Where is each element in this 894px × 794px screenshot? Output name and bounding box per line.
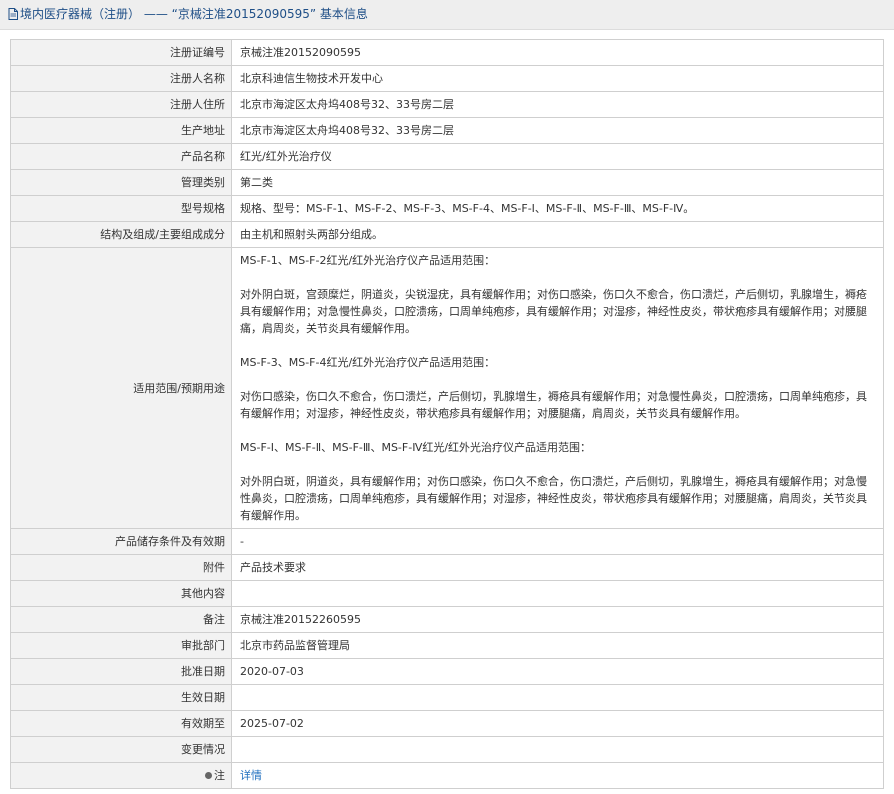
scope-paragraph: 对外阴白斑，阴道炎，具有缓解作用；对伤口感染，伤口久不愈合，伤口溃烂，产后侧切，… (240, 475, 867, 522)
details-link[interactable]: 详情 (240, 769, 262, 782)
row-label: 注册证编号 (10, 39, 232, 66)
row-label: 注册人住所 (10, 91, 232, 118)
row-label: 有效期至 (10, 710, 232, 737)
table-row: 生效日期 (10, 684, 884, 711)
table-row: 批准日期 2020-07-03 (10, 658, 884, 685)
table-row-scope: 适用范围/预期用途 MS-F-1、MS-F-2红光/红外光治疗仪产品适用范围： … (10, 247, 884, 529)
table-row: 注册人名称 北京科迪信生物技术开发中心 (10, 65, 884, 92)
table-row: 生产地址 北京市海淀区太舟坞408号32、33号房二层 (10, 117, 884, 144)
note-label-cell: 注 (10, 762, 232, 789)
row-label: 产品名称 (10, 143, 232, 170)
scope-paragraph: MS-F-Ⅰ、MS-F-Ⅱ、MS-F-Ⅲ、MS-F-Ⅳ红光/红外光治疗仪产品适用… (240, 441, 592, 454)
row-label: 附件 (10, 554, 232, 581)
row-label: 型号规格 (10, 195, 232, 222)
scope-paragraph: 对伤口感染，伤口久不愈合，伤口溃烂，产后侧切，乳腺增生，褥疮具有缓解作用；对急慢… (240, 390, 867, 420)
document-icon (8, 8, 18, 20)
table-row: 审批部门 北京市药品监督管理局 (10, 632, 884, 659)
table-row: 附件 产品技术要求 (10, 554, 884, 581)
scope-paragraph: 对外阴白斑，宫颈糜烂，阴道炎，尖锐湿疣，具有缓解作用；对伤口感染，伤口久不愈合，… (240, 288, 867, 335)
table-row: 备注 京械注准20152260595 (10, 606, 884, 633)
scope-paragraph: MS-F-3、MS-F-4红光/红外光治疗仪产品适用范围： (240, 356, 496, 369)
row-value: 北京科迪信生物技术开发中心 (231, 65, 884, 92)
row-label: 产品储存条件及有效期 (10, 528, 232, 555)
row-label: 管理类别 (10, 169, 232, 196)
row-label: 结构及组成/主要组成成分 (10, 221, 232, 248)
scope-label: 适用范围/预期用途 (10, 247, 232, 529)
note-value: 详情 (231, 762, 884, 789)
table-row: 产品储存条件及有效期 - (10, 528, 884, 555)
header-record-title: “京械注准20152090595” (171, 7, 317, 21)
row-label: 注册人名称 (10, 65, 232, 92)
table-row: 型号规格 规格、型号：MS-F-1、MS-F-2、MS-F-3、MS-F-4、MS… (10, 195, 884, 222)
detail-table: 注册证编号 京械注准20152090595 注册人名称 北京科迪信生物技术开发中心 … (10, 39, 884, 789)
table-row: 其他内容 (10, 580, 884, 607)
row-value (231, 580, 884, 607)
row-label: 备注 (10, 606, 232, 633)
table-row: 变更情况 (10, 736, 884, 763)
table-row: 有效期至 2025-07-02 (10, 710, 884, 737)
row-value: 北京市海淀区太舟坞408号32、33号房二层 (231, 91, 884, 118)
header-category: 境内医疗器械（注册） (20, 7, 141, 21)
row-value (231, 684, 884, 711)
row-value: 由主机和照射头两部分组成。 (231, 221, 884, 248)
row-value: 京械注准20152090595 (231, 39, 884, 66)
row-label: 生产地址 (10, 117, 232, 144)
header-suffix: 基本信息 (319, 7, 368, 21)
row-value (231, 736, 884, 763)
row-label: 变更情况 (10, 736, 232, 763)
table-row: 注册人住所 北京市海淀区太舟坞408号32、33号房二层 (10, 91, 884, 118)
note-label: 注 (214, 769, 225, 782)
header-separator: —— (143, 7, 168, 21)
row-value: - (231, 528, 884, 555)
dot-icon (205, 772, 212, 779)
row-value: 红光/红外光治疗仪 (231, 143, 884, 170)
row-value: 北京市海淀区太舟坞408号32、33号房二层 (231, 117, 884, 144)
scope-paragraph: MS-F-1、MS-F-2红光/红外光治疗仪产品适用范围： (240, 254, 496, 267)
row-value: 产品技术要求 (231, 554, 884, 581)
table-row: 产品名称 红光/红外光治疗仪 (10, 143, 884, 170)
row-label: 生效日期 (10, 684, 232, 711)
row-value: 规格、型号：MS-F-1、MS-F-2、MS-F-3、MS-F-4、MS-F-Ⅰ… (231, 195, 884, 222)
row-label: 其他内容 (10, 580, 232, 607)
row-label: 审批部门 (10, 632, 232, 659)
row-value: 2025-07-02 (231, 710, 884, 737)
table-row: 结构及组成/主要组成成分 由主机和照射头两部分组成。 (10, 221, 884, 248)
row-label: 批准日期 (10, 658, 232, 685)
row-value: 第二类 (231, 169, 884, 196)
table-row: 注册证编号 京械注准20152090595 (10, 39, 884, 66)
row-value: 京械注准20152260595 (231, 606, 884, 633)
row-value: 北京市药品监督管理局 (231, 632, 884, 659)
scope-value: MS-F-1、MS-F-2红光/红外光治疗仪产品适用范围： 对外阴白斑，宫颈糜烂… (231, 247, 884, 529)
row-value: 2020-07-03 (231, 658, 884, 685)
table-row: 管理类别 第二类 (10, 169, 884, 196)
page-header: 境内医疗器械（注册） —— “京械注准20152090595” 基本信息 (0, 0, 894, 30)
table-row-note: 注 详情 (10, 762, 884, 789)
